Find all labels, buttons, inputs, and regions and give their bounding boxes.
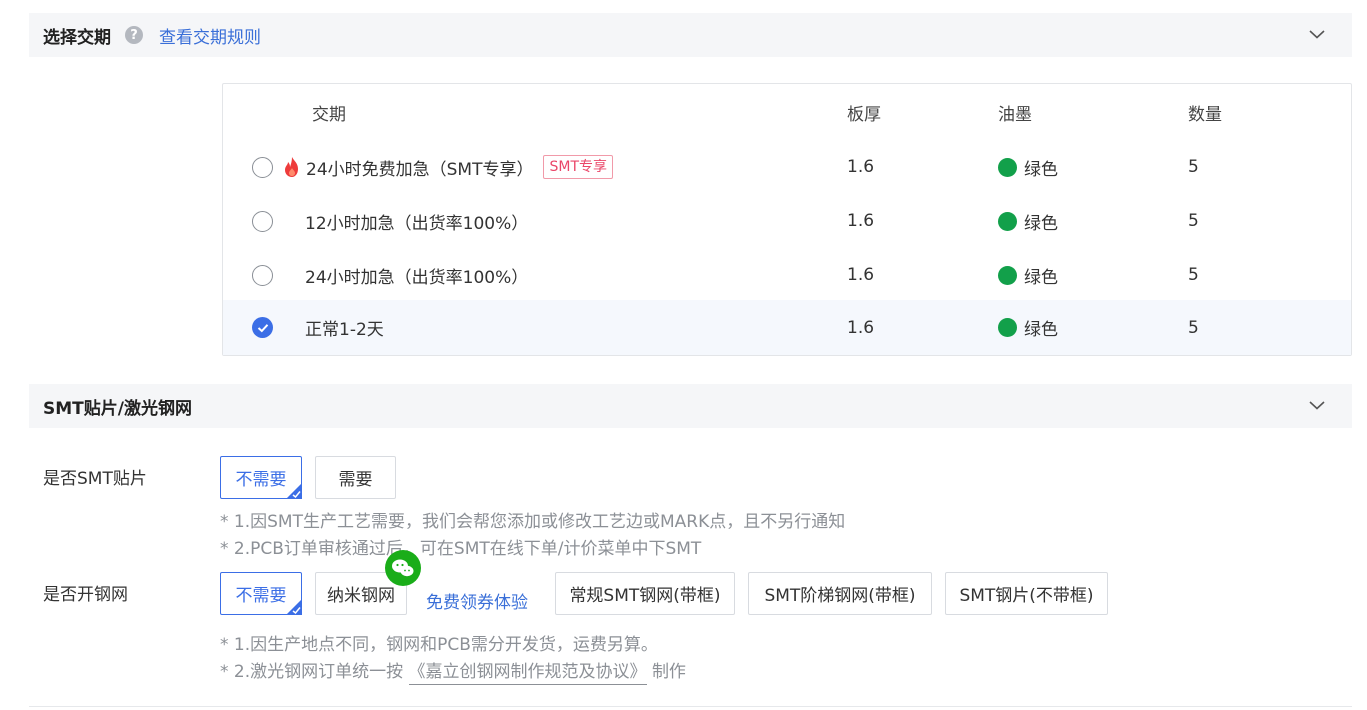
smt-yes-button[interactable]: 需要 (315, 456, 396, 499)
smt-exclusive-badge: SMT专享 (543, 155, 614, 179)
quantity-value: 5 (1188, 211, 1199, 231)
green-dot-icon (998, 157, 1017, 177)
thickness-value: 1.6 (847, 157, 875, 177)
stencil-note-1: * 1.因生产地点不同，钢网和PCB需分开发货，运费另算。 (220, 635, 658, 655)
smt-note-2: * 2.PCB订单审核通过后，可在SMT在线下单/计价菜单中下SMT (220, 539, 702, 559)
table-row[interactable]: 24小时加急（出货率100%） 1.6 绿色 5 (223, 248, 1351, 302)
ink-value: 绿色 (998, 194, 1058, 248)
wechat-icon[interactable] (385, 550, 421, 586)
table-header-row: 交期 板厚 油墨 数量 (223, 84, 1351, 140)
ink-value: 绿色 (998, 248, 1058, 302)
free-coupon-link[interactable]: 免费领券体验 (426, 588, 528, 613)
lead-time-name: 正常1-2天 (305, 320, 384, 340)
lead-time-radio[interactable] (252, 156, 273, 178)
check-icon (257, 323, 268, 332)
stencil-no-button[interactable]: 不需要 (220, 572, 302, 615)
lead-time-section-header: 选择交期 ? 查看交期规则 (29, 13, 1352, 57)
corner-check-icon (286, 483, 302, 499)
step-stencil-button[interactable]: SMT阶梯钢网(带框) (748, 572, 932, 615)
quantity-value: 5 (1188, 317, 1199, 338)
thickness-value: 1.6 (847, 265, 875, 285)
green-dot-icon (998, 318, 1017, 337)
header-lead-time: 交期 (312, 104, 346, 125)
ink-value: 绿色 (998, 300, 1058, 355)
thickness-value: 1.6 (847, 211, 875, 231)
header-thickness: 板厚 (847, 104, 881, 125)
lead-time-rules-link[interactable]: 查看交期规则 (159, 23, 261, 48)
fire-icon (285, 157, 298, 177)
smt-no-button[interactable]: 不需要 (220, 456, 302, 499)
smt-section-header: SMT贴片/激光钢网 (29, 384, 1352, 428)
lead-time-name: 24小时免费加急（SMT专享） (306, 159, 534, 180)
table-row[interactable]: 24小时免费加急（SMT专享） SMT专享 1.6 绿色 5 (223, 140, 1351, 194)
smt-section-title: SMT贴片/激光钢网 (43, 398, 192, 419)
chevron-down-icon[interactable] (1308, 25, 1326, 43)
stencil-note-2: * 2.激光钢网订单统一按 《嘉立创钢网制作规范及协议》 制作 (220, 657, 686, 685)
chevron-down-icon[interactable] (1308, 396, 1326, 414)
lead-time-name: 12小时加急（出货率100%） (305, 213, 529, 234)
header-quantity: 数量 (1188, 104, 1222, 125)
stencil-sheet-button[interactable]: SMT钢片(不带框) (945, 572, 1108, 615)
smt-placement-label: 是否SMT贴片 (43, 469, 147, 489)
corner-check-icon (286, 599, 302, 615)
lead-time-radio[interactable] (252, 210, 273, 232)
quantity-value: 5 (1188, 157, 1199, 177)
lead-time-table: 交期 板厚 油墨 数量 24小时免费加急（SMT专享） SMT专享 1.6 绿色… (222, 83, 1352, 356)
stencil-label: 是否开钢网 (43, 585, 128, 605)
thickness-value: 1.6 (847, 317, 875, 338)
lead-time-title: 选择交期 (43, 27, 111, 48)
quantity-value: 5 (1188, 265, 1199, 285)
regular-stencil-button[interactable]: 常规SMT钢网(带框) (555, 572, 735, 615)
green-dot-icon (998, 265, 1017, 285)
question-icon[interactable]: ? (125, 26, 143, 44)
header-ink: 油墨 (998, 104, 1032, 125)
ink-value: 绿色 (998, 140, 1058, 194)
green-dot-icon (998, 211, 1017, 231)
smt-note-1: * 1.因SMT生产工艺需要，我们会帮您添加或修改工艺边或MARK点，且不另行通… (220, 512, 846, 532)
lead-time-name: 24小时加急（出货率100%） (305, 267, 529, 288)
lead-time-radio[interactable] (252, 264, 273, 286)
stencil-spec-link[interactable]: 《嘉立创钢网制作规范及协议》 (408, 662, 647, 685)
table-row[interactable]: 12小时加急（出货率100%） 1.6 绿色 5 (223, 194, 1351, 248)
table-row-selected[interactable]: 正常1-2天 1.6 绿色 5 (223, 300, 1351, 355)
lead-time-radio-checked[interactable] (252, 317, 273, 338)
divider (29, 706, 1352, 707)
